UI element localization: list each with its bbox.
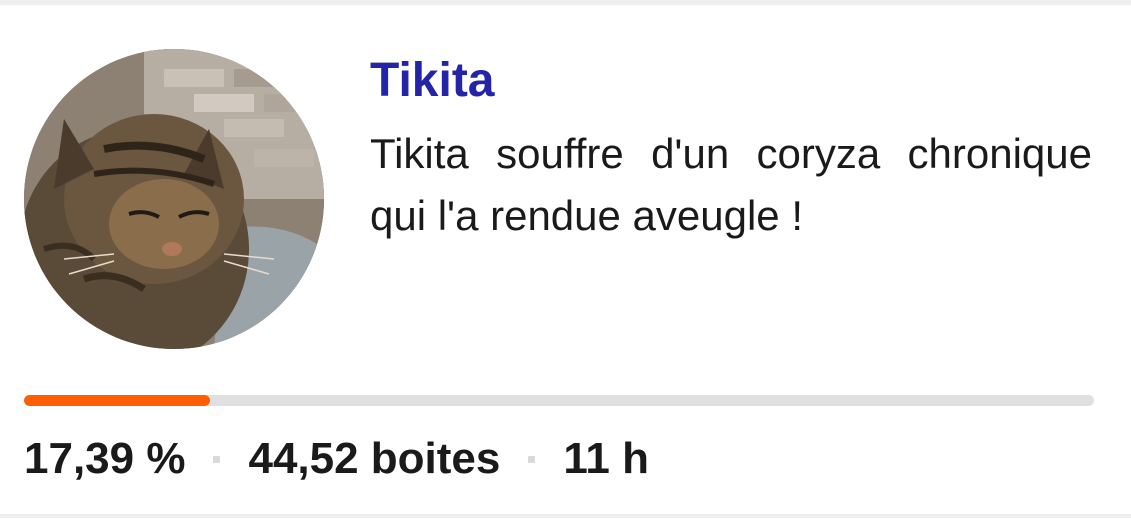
donation-progress-bar: [24, 395, 1094, 406]
cat-card[interactable]: Tikita Tikita souffre d'un coryza chroni…: [0, 5, 1131, 514]
cat-avatar[interactable]: [24, 49, 324, 349]
separator-dot: [213, 455, 221, 463]
cat-description: Tikita souffre d'un coryza chronique qui…: [370, 130, 1092, 239]
stats-row: 17,39 % 44,52 boites 11 h: [24, 431, 649, 487]
time-remaining: 11 h: [563, 434, 649, 483]
separator-dot: [528, 455, 536, 463]
cat-name[interactable]: Tikita: [370, 53, 495, 109]
donation-progress-fill: [24, 395, 211, 406]
cat-photo: [24, 49, 324, 349]
boxes-count: 44,52 boites: [248, 434, 501, 483]
progress-percent: 17,39 %: [24, 434, 186, 483]
